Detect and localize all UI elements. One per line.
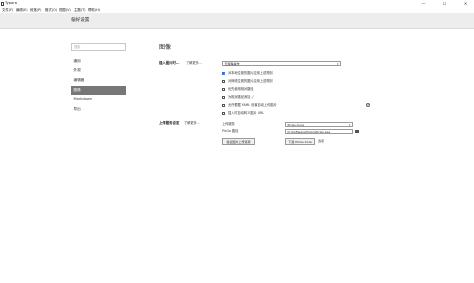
chevron-down-icon: ▾	[348, 123, 351, 127]
checkbox-icon[interactable]	[222, 88, 226, 92]
section-title: 图像	[159, 44, 172, 51]
insert-action-select[interactable]: 无特殊操作 ▾	[222, 61, 341, 66]
window-title: Typora	[5, 1, 17, 5]
picgo-path-label: PicGo 路径	[222, 129, 239, 133]
upload-learn-more-link[interactable]: 了解更多…	[184, 121, 200, 126]
download-picgo-core-button[interactable]: 下载 PicGo-Core	[285, 138, 315, 145]
sidebar-item-markdown[interactable]: Markdown	[71, 95, 126, 104]
minimize-button[interactable]: —	[416, 0, 431, 7]
verify-upload-button[interactable]: 验证图片上传选项	[222, 138, 255, 145]
folder-icon[interactable]	[355, 129, 359, 133]
checkbox-icon[interactable]	[222, 104, 226, 108]
checkbox-icon[interactable]	[222, 96, 226, 100]
typora-app-icon	[1, 1, 4, 6]
upload-service-value: PicGo-Core	[287, 123, 304, 127]
checkbox-icon[interactable]	[222, 112, 226, 116]
insert-image-label: 插入图片时…	[159, 61, 180, 65]
insert-learn-more-link[interactable]: 了解更多…	[186, 61, 202, 66]
search-input[interactable]: 搜索	[71, 43, 126, 51]
sidebar-item-image[interactable]: 图像	[71, 86, 126, 95]
help-icon[interactable]: ?	[366, 103, 370, 107]
sidebar-item-appearance[interactable]: 外观	[71, 66, 126, 75]
sidebar-item-editor[interactable]: 编辑器	[71, 76, 126, 85]
close-button[interactable]: ✕	[458, 0, 473, 7]
upload-service-select[interactable]: PicGo-Core ▾	[285, 122, 353, 127]
checkbox-checked-icon[interactable]: ✓	[222, 72, 226, 76]
insert-action-value: 无特殊操作	[224, 62, 240, 66]
upload-service-label: 上传服务设定	[159, 121, 180, 125]
checkbox-icon[interactable]	[222, 80, 226, 84]
sidebar-item-export[interactable]: 导出	[71, 105, 126, 114]
chevron-down-icon: ▾	[336, 62, 339, 66]
page-title: 偏好设置	[71, 18, 90, 23]
service-field-label: 上传服务	[222, 122, 235, 126]
preferences-header: 偏好设置	[0, 13, 474, 29]
sidebar-item-general[interactable]: 通用	[71, 57, 126, 66]
title-bar: Typora — ☐ ✕	[0, 0, 474, 7]
maximize-button[interactable]: ☐	[437, 0, 452, 7]
picgo-path-input[interactable]: D:\Software\PicGo\PicGo.exe	[285, 129, 353, 134]
options-link[interactable]: 选项	[318, 138, 324, 145]
